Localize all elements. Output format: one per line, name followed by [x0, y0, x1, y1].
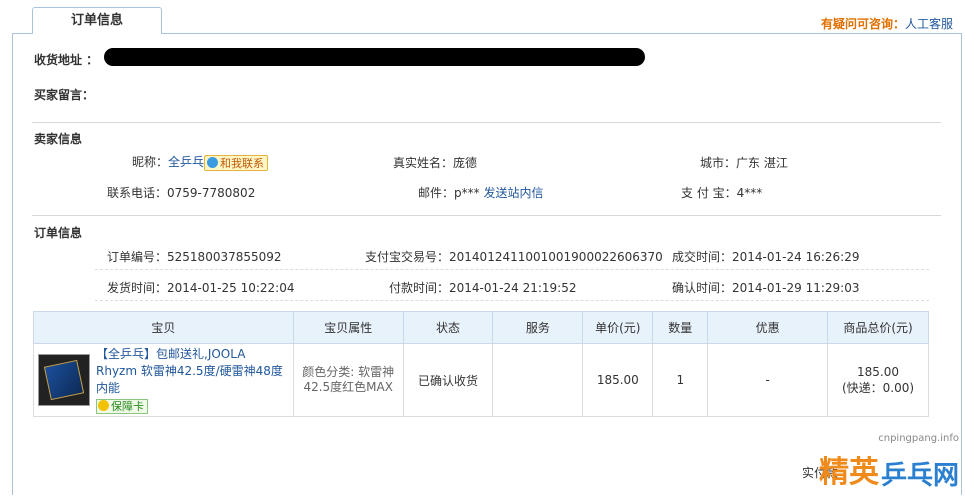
order-no-field: 订单编号：525180037855092 [107, 248, 282, 265]
confirm-time-label: 确认时间： [672, 281, 733, 295]
seller-nickname-link[interactable]: 全乒乓 [168, 155, 204, 169]
order-no-label: 订单编号： [107, 250, 168, 264]
seller-alipay-field: 支 付 宝：4*** [681, 184, 762, 201]
seller-nickname-field: 昵称：全乒乓 和我联系 [132, 153, 269, 171]
table-header-row: 宝贝 宝贝属性 状态 服务 单价(元) 数量 优惠 商品总价(元) [33, 311, 929, 344]
product-title-link[interactable]: 【全乒乓】包邮送礼,JOOLA Rhyzm 软雷神42.5度/硬雷神48度 内能 [96, 346, 289, 397]
help-question: 有疑问可咨询： [820, 17, 905, 31]
deal-time-label: 成交时间： [672, 250, 733, 264]
service-cell [492, 343, 584, 417]
watermark-jingying: 精英 [819, 455, 879, 490]
send-message-link[interactable]: 发送站内信 [483, 186, 543, 200]
alipay-tx-field: 支付宝交易号：2014012411001001900022606370 [365, 248, 663, 265]
pay-time-field: 付款时间：2014-01-24 21:19:52 [389, 279, 576, 296]
city-label: 城市： [700, 156, 737, 170]
buyer-message-label: 买家留言： [34, 88, 95, 102]
alipay-label: 支 付 宝： [681, 186, 737, 200]
racket-rubber-image [43, 359, 85, 401]
qty-cell: 1 [652, 343, 709, 417]
watermark-net: 乒乓网 [880, 461, 959, 491]
product-text: 【全乒乓】包邮送礼,JOOLA Rhyzm 软雷神42.5度/硬雷神48度 内能… [96, 346, 289, 414]
seller-mail-field: 邮件：p*** 发送站内信 [418, 184, 543, 201]
chat-label: 和我联系 [220, 156, 265, 170]
pay-time-value: 2014-01-24 21:19:52 [449, 281, 577, 295]
col-header-price: 单价(元) [582, 311, 654, 344]
mail-label: 邮件： [418, 186, 455, 200]
status-cell: 已确认收货 [402, 343, 494, 417]
phone-label: 联系电话： [107, 186, 168, 200]
dashed-divider [95, 300, 929, 301]
col-header-qty: 数量 [652, 311, 709, 344]
guarantee-icon [98, 400, 109, 411]
divider [32, 215, 941, 216]
city-value: 广东 湛江 [736, 156, 788, 170]
guarantee-label: 保障卡 [111, 400, 144, 413]
redacted-address [104, 48, 645, 66]
item-cell: 【全乒乓】包邮送礼,JOOLA Rhyzm 软雷神42.5度/硬雷神48度 内能… [33, 343, 294, 417]
site-watermark: cnpingpang.info 精英 乒乓网 [811, 433, 961, 499]
seller-city-field: 城市：广东 湛江 [700, 154, 788, 171]
price-cell: 185.00 [582, 343, 654, 417]
alipay-value: 4*** [736, 186, 763, 200]
product-info: 【全乒乓】包邮送礼,JOOLA Rhyzm 软雷神42.5度/硬雷神48度 内能… [34, 346, 293, 414]
confirm-time-field: 确认时间：2014-01-29 11:29:03 [672, 279, 859, 296]
watermark-site: cnpingpang.info [878, 433, 959, 444]
guarantee-card-badge[interactable]: 保障卡 [96, 399, 148, 414]
ship-time-field: 发货时间：2014-01-25 10:22:04 [107, 279, 294, 296]
alipay-tx-value: 2014012411001001900022606370 [449, 250, 663, 264]
confirm-time-value: 2014-01-29 11:29:03 [732, 281, 860, 295]
seller-phone-field: 联系电话：0759-7780802 [107, 184, 255, 201]
nickname-label: 昵称： [132, 155, 169, 169]
deal-time-field: 成交时间：2014-01-24 16:26:29 [672, 248, 859, 265]
wangwang-icon [207, 156, 219, 168]
help-contact: 有疑问可咨询：人工客服 [821, 15, 953, 32]
realname-label: 真实姓名： [393, 156, 454, 170]
address-label: 收货地址 ： [34, 53, 99, 67]
discount-cell: - [707, 343, 829, 417]
ship-time-label: 发货时间： [107, 281, 168, 295]
divider [32, 122, 941, 123]
total-cell: 185.00 (快递：0.00) [827, 343, 929, 417]
order-section-title: 订单信息 [34, 226, 83, 240]
alipay-tx-label: 支付宝交易号： [365, 250, 450, 264]
col-header-attr: 宝贝属性 [292, 311, 404, 344]
col-header-service: 服务 [492, 311, 584, 344]
mail-value: p*** [454, 186, 480, 200]
product-attr: 颜色分类: 软雷神42.5度红色MAX [302, 365, 395, 394]
ship-time-value: 2014-01-25 10:22:04 [167, 281, 295, 295]
deal-time-value: 2014-01-24 16:26:29 [732, 250, 860, 264]
shipping-value: (快递：0.00) [841, 380, 915, 395]
realname-value: 庞德 [453, 156, 478, 170]
tab-order-info[interactable]: 订单信息 [32, 7, 162, 34]
customer-service-link[interactable]: 人工客服 [905, 17, 953, 31]
contact-seller-button[interactable]: 和我联系 [204, 154, 269, 171]
seller-section-title: 卖家信息 [34, 132, 83, 146]
col-header-status: 状态 [402, 311, 494, 344]
table-row: 【全乒乓】包邮送礼,JOOLA Rhyzm 软雷神42.5度/硬雷神48度 内能… [33, 343, 929, 417]
col-header-discount: 优惠 [707, 311, 829, 344]
phone-value: 0759-7780802 [167, 186, 256, 200]
attr-cell: 颜色分类: 软雷神42.5度红色MAX [292, 343, 404, 417]
col-header-item: 宝贝 [33, 311, 294, 344]
total-value: 185.00 [857, 364, 900, 379]
dashed-divider [95, 269, 929, 270]
product-thumbnail[interactable] [38, 354, 90, 406]
order-no-value: 525180037855092 [167, 250, 282, 264]
col-header-total: 商品总价(元) [827, 311, 929, 344]
order-items-table: 宝贝 宝贝属性 状态 服务 单价(元) 数量 优惠 商品总价(元) 【全乒乓】包… [33, 311, 929, 417]
pay-time-label: 付款时间： [389, 281, 450, 295]
seller-realname-field: 真实姓名：庞德 [393, 154, 477, 171]
